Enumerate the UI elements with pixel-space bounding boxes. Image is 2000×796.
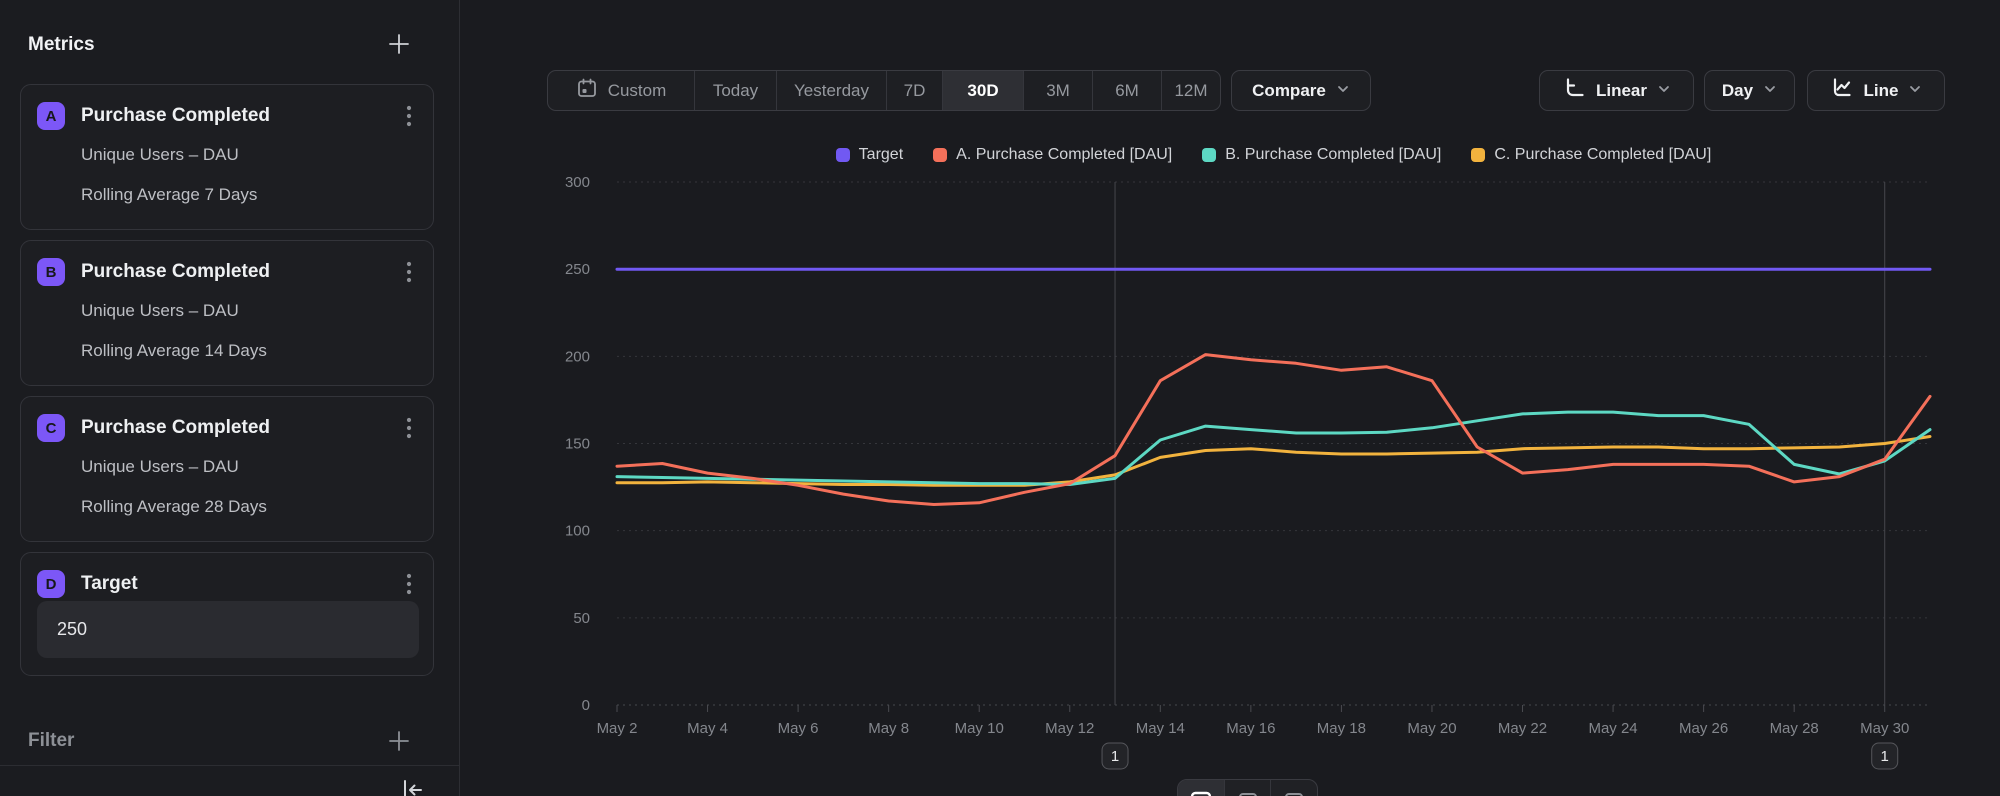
collapse-sidebar-icon[interactable] xyxy=(398,776,426,796)
metrics-sidebar: Metrics A Purchase Completed Unique User… xyxy=(0,0,460,796)
sidebar-divider xyxy=(0,765,459,766)
svg-text:May 8: May 8 xyxy=(868,720,909,737)
svg-text:150: 150 xyxy=(565,436,590,453)
svg-text:May 10: May 10 xyxy=(955,720,1004,737)
range-3m[interactable]: 3M xyxy=(1023,71,1092,110)
view-line-chart-icon[interactable] xyxy=(1178,780,1224,796)
sidebar-title: Metrics xyxy=(28,34,95,56)
target-value-input[interactable] xyxy=(37,601,419,658)
compare-label: Compare xyxy=(1252,81,1326,101)
view-bar-chart-icon[interactable] xyxy=(1224,780,1271,796)
svg-text:May 24: May 24 xyxy=(1588,720,1637,737)
metric-menu-icon[interactable] xyxy=(399,260,419,284)
metric-card-b[interactable]: B Purchase Completed Unique Users – DAU … xyxy=(20,240,434,386)
scale-label: Linear xyxy=(1596,81,1647,101)
svg-text:May 12: May 12 xyxy=(1045,720,1094,737)
metric-menu-icon[interactable] xyxy=(399,104,419,128)
linear-scale-icon xyxy=(1562,76,1586,105)
svg-text:May 26: May 26 xyxy=(1679,720,1728,737)
svg-text:1: 1 xyxy=(1881,748,1889,765)
filter-section-title: Filter xyxy=(28,730,74,752)
metric-letter-badge: C xyxy=(37,414,65,442)
range-30d-selected[interactable]: 30D xyxy=(942,71,1023,110)
chart-type-selector-button[interactable]: Line xyxy=(1807,70,1945,111)
svg-text:May 30: May 30 xyxy=(1860,720,1909,737)
svg-text:May 14: May 14 xyxy=(1136,720,1185,737)
svg-text:May 16: May 16 xyxy=(1226,720,1275,737)
metric-letter-badge: A xyxy=(37,102,65,130)
chart-type-label: Line xyxy=(1864,81,1899,101)
annotation-marker[interactable]: 1 xyxy=(1102,743,1128,769)
annotation-marker[interactable]: 1 xyxy=(1872,743,1898,769)
line-chart-icon xyxy=(1830,76,1854,105)
chevron-down-icon xyxy=(1336,81,1350,101)
granularity-selector-button[interactable]: Day xyxy=(1704,70,1795,111)
metric-title: Purchase Completed xyxy=(81,417,399,439)
view-table-icon[interactable] xyxy=(1270,780,1317,796)
svg-text:300: 300 xyxy=(565,174,590,191)
range-7d[interactable]: 7D xyxy=(886,71,942,110)
range-custom[interactable]: Custom xyxy=(548,71,694,110)
view-switcher xyxy=(1177,779,1318,796)
metric-rolling-average: Rolling Average 7 Days xyxy=(81,185,257,205)
series-line-a xyxy=(617,355,1930,505)
metric-measurement: Unique Users – DAU xyxy=(81,457,239,477)
metric-card-c[interactable]: C Purchase Completed Unique Users – DAU … xyxy=(20,396,434,542)
range-today[interactable]: Today xyxy=(694,71,776,110)
compare-button[interactable]: Compare xyxy=(1231,70,1371,111)
range-6m[interactable]: 6M xyxy=(1092,71,1161,110)
range-label: Custom xyxy=(608,81,667,101)
metrics-line-chart[interactable]: 0 50 100 150 200 250 300 May 2 May 4 May 6 May 8 Ma… xyxy=(460,160,2000,796)
metrics-dashboard: { "sidebar": { "title": "Metrics", "metr… xyxy=(0,0,2000,796)
granularity-label: Day xyxy=(1722,81,1753,101)
svg-text:May 22: May 22 xyxy=(1498,720,1547,737)
target-menu-icon[interactable] xyxy=(399,572,419,596)
metric-title: Purchase Completed xyxy=(81,105,399,127)
range-yesterday[interactable]: Yesterday xyxy=(776,71,886,110)
chevron-down-icon xyxy=(1908,81,1922,101)
date-range-control: Custom Today Yesterday 7D 30D 3M 6M 12M xyxy=(547,70,1221,111)
metric-rolling-average: Rolling Average 14 Days xyxy=(81,341,267,361)
add-filter-icon[interactable] xyxy=(386,728,412,754)
svg-text:0: 0 xyxy=(582,697,590,714)
svg-text:250: 250 xyxy=(565,261,590,278)
metric-measurement: Unique Users – DAU xyxy=(81,145,239,165)
chevron-down-icon xyxy=(1763,81,1777,101)
range-12m[interactable]: 12M xyxy=(1161,71,1220,110)
svg-text:200: 200 xyxy=(565,348,590,365)
svg-text:100: 100 xyxy=(565,523,590,540)
calendar-icon xyxy=(576,77,598,104)
svg-text:May 2: May 2 xyxy=(597,720,638,737)
target-card[interactable]: D Target xyxy=(20,552,434,676)
metric-measurement: Unique Users – DAU xyxy=(81,301,239,321)
svg-text:May 6: May 6 xyxy=(778,720,819,737)
target-title: Target xyxy=(81,573,399,595)
metric-card-a[interactable]: A Purchase Completed Unique Users – DAU … xyxy=(20,84,434,230)
metric-title: Purchase Completed xyxy=(81,261,399,283)
scale-selector-button[interactable]: Linear xyxy=(1539,70,1694,111)
svg-text:1: 1 xyxy=(1111,748,1119,765)
svg-text:May 20: May 20 xyxy=(1407,720,1456,737)
metric-letter-badge: B xyxy=(37,258,65,286)
add-metric-icon[interactable] xyxy=(386,31,412,57)
metric-rolling-average: Rolling Average 28 Days xyxy=(81,497,267,517)
svg-text:50: 50 xyxy=(573,610,590,627)
svg-text:May 28: May 28 xyxy=(1770,720,1819,737)
metric-menu-icon[interactable] xyxy=(399,416,419,440)
metric-letter-badge: D xyxy=(37,570,65,598)
svg-text:May 4: May 4 xyxy=(687,720,728,737)
chevron-down-icon xyxy=(1657,81,1671,101)
svg-text:May 18: May 18 xyxy=(1317,720,1366,737)
